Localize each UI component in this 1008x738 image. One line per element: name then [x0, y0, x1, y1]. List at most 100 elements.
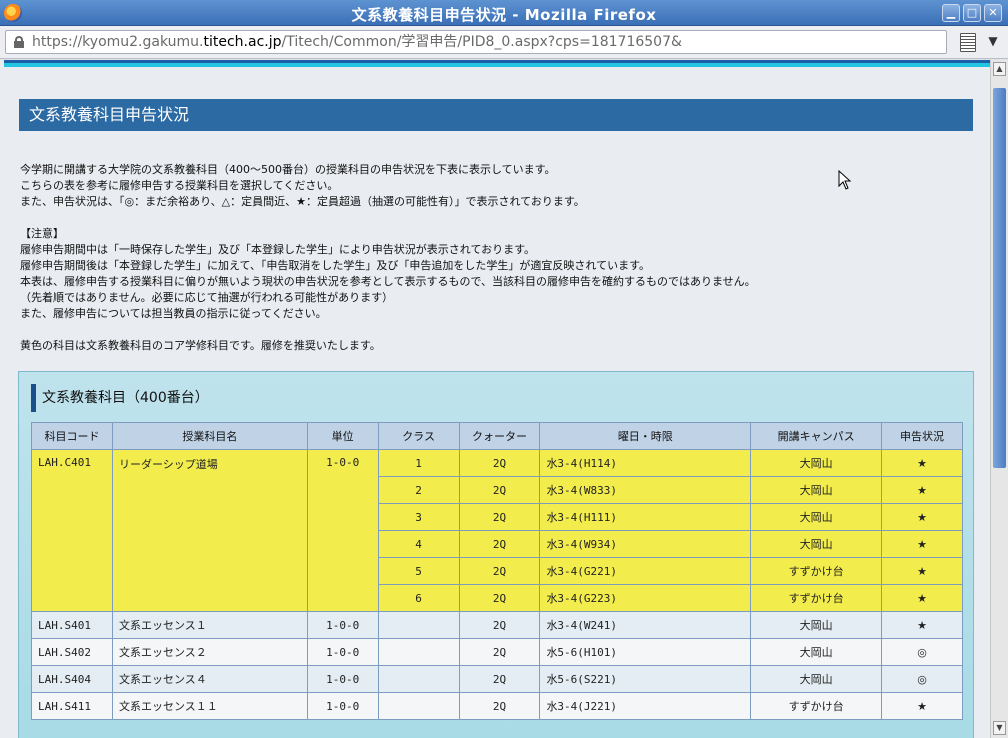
course-quarter: 2Q [458, 692, 541, 720]
course-period: 水3-4(H114) [539, 449, 752, 477]
page-viewport: 文系教養科目申告状況 今学期に開講する大学院の文系教養科目（400～500番台）… [0, 60, 990, 738]
course-credits: 1-0-0 [306, 449, 379, 612]
table-row[interactable]: LAH.S411 文系エッセンス１１ 1-0-0 2Q 水3-4(J221) すずかけ台 ★ [31, 692, 963, 720]
intro-text: 今学期に開講する大学院の文系教養科目（400～500番台）の授業科目の申告状況を… [20, 162, 970, 354]
intro-line: 黄色の科目は文系教養科目のコア学修科目です。履修を推奨いたします。 [20, 339, 381, 352]
intro-line: 本表は、履修申告する授業科目に偏りが無いよう現状の申告状況を参考として表示するも… [20, 275, 756, 288]
course-class: 5 [377, 557, 460, 585]
course-status: ★ [881, 449, 963, 477]
course-campus: 大岡山 [750, 665, 883, 693]
course-credits: 1-0-0 [306, 692, 379, 720]
url-path: /Titech/Common/学習申告/PID8_0.aspx?cps=1817… [281, 34, 682, 50]
course-class: 2 [377, 476, 460, 504]
course-table: 科目コード 授業科目名 単位 クラス クォーター 曜日・時限 開講キャンパス 申… [31, 422, 963, 720]
intro-line: 履修申告期間後は「本登録した学生」に加えて、「申告取消をした学生」及び「申告追加… [20, 259, 650, 272]
table-row[interactable]: LAH.S402 文系エッセンス２ 1-0-0 2Q 水5-6(H101) 大岡山 ◎ [31, 638, 963, 666]
course-code: LAH.S402 [31, 638, 113, 666]
intro-line: 今学期に開講する大学院の文系教養科目（400～500番台）の授業科目の申告状況を… [20, 163, 556, 176]
maximize-button[interactable]: □ [963, 4, 981, 22]
course-name: 文系エッセンス１ [111, 611, 308, 639]
course-quarter: 2Q [458, 449, 541, 477]
course-campus: 大岡山 [750, 611, 883, 639]
table-row[interactable]: LAH.S401 文系エッセンス１ 1-0-0 2Q 水3-4(W241) 大岡山 ★ [31, 611, 963, 639]
section-title: 文系教養科目（400番台） [31, 384, 209, 412]
scroll-down-button[interactable]: ▼ [993, 721, 1006, 735]
url-prefix: https://kyomu2.gakumu. [32, 34, 204, 50]
course-status: ★ [881, 692, 963, 720]
course-status: ★ [881, 476, 963, 504]
table-header-row: 科目コード 授業科目名 単位 クラス クォーター 曜日・時限 開講キャンパス 申… [31, 422, 963, 450]
course-period: 水3-4(J221) [539, 692, 752, 720]
course-credits: 1-0-0 [306, 665, 379, 693]
intro-line: 【注意】 [20, 227, 64, 240]
course-period: 水5-6(H101) [539, 638, 752, 666]
course-name: 文系エッセンス２ [111, 638, 308, 666]
intro-line: 履修申告期間中は「一時保存した学生」及び「本登録した学生」により申告状況が表示さ… [20, 243, 536, 256]
course-status: ★ [881, 611, 963, 639]
course-name: 文系エッセンス４ [111, 665, 308, 693]
intro-line [20, 322, 970, 338]
course-status: ★ [881, 584, 963, 612]
course-credits: 1-0-0 [306, 611, 379, 639]
minimize-button[interactable]: ▁ [942, 4, 960, 22]
course-period: 水3-4(W241) [539, 611, 752, 639]
course-quarter: 2Q [458, 503, 541, 531]
header-class: クラス [377, 422, 460, 450]
course-campus: 大岡山 [750, 530, 883, 558]
course-quarter: 2Q [458, 638, 541, 666]
course-campus: すずかけ台 [750, 584, 883, 612]
header-name: 授業科目名 [111, 422, 308, 450]
intro-line [20, 210, 970, 226]
course-quarter: 2Q [458, 557, 541, 585]
course-class: 3 [377, 503, 460, 531]
scroll-up-button[interactable]: ▲ [993, 62, 1006, 76]
course-period: 水3-4(G223) [539, 584, 752, 612]
clipboard-icon[interactable] [960, 33, 976, 52]
course-period: 水3-4(G221) [539, 557, 752, 585]
course-campus: 大岡山 [750, 476, 883, 504]
close-button[interactable]: ✕ [984, 4, 1002, 22]
chevron-down-icon[interactable]: ▼ [984, 34, 1002, 50]
header-status: 申告状況 [881, 422, 963, 450]
course-quarter: 2Q [458, 584, 541, 612]
vertical-scrollbar[interactable]: ▲ ▼ [990, 60, 1008, 738]
mouse-cursor-icon [838, 170, 852, 190]
course-class: 1 [377, 449, 460, 477]
course-campus: 大岡山 [750, 449, 883, 477]
intro-line: また、履修申告については担当教員の指示に従ってください。 [20, 307, 327, 320]
course-credits: 1-0-0 [306, 638, 379, 666]
course-campus: すずかけ台 [750, 557, 883, 585]
course-status: ★ [881, 503, 963, 531]
url-bar[interactable]: https://kyomu2.gakumu.titech.ac.jp/Titec… [5, 30, 947, 54]
course-campus: 大岡山 [750, 638, 883, 666]
course-class [377, 692, 460, 720]
top-stripe [4, 60, 990, 67]
lock-icon [14, 36, 24, 48]
course-name: リーダーシップ道場 [111, 449, 308, 612]
course-class [377, 665, 460, 693]
intro-line: こちらの表を参考に履修申告する授業科目を選択してください。 [20, 179, 339, 192]
header-code: 科目コード [31, 422, 113, 450]
course-period: 水3-4(H111) [539, 503, 752, 531]
navigation-bar: https://kyomu2.gakumu.titech.ac.jp/Titec… [0, 26, 1008, 59]
course-code: LAH.S401 [31, 611, 113, 639]
course-name: 文系エッセンス１１ [111, 692, 308, 720]
course-period: 水3-4(W833) [539, 476, 752, 504]
header-quarter: クォーター [458, 422, 541, 450]
table-row[interactable]: LAH.C401 リーダーシップ道場 1-0-0 1 2Q 水3-4(H114) 大岡山 ★ [31, 449, 963, 612]
course-campus: 大岡山 [750, 503, 883, 531]
course-class [377, 611, 460, 639]
window-title: 文系教養科目申告状況 - Mozilla Firefox [351, 6, 657, 24]
intro-line: （先着順ではありません。必要に応じて抽選が行われる可能性があります） [20, 291, 394, 304]
window-titlebar[interactable]: 文系教養科目申告状況 - Mozilla Firefox ▁ □ ✕ [0, 0, 1008, 26]
url-host: titech.ac.jp [203, 34, 282, 50]
course-class [377, 638, 460, 666]
course-quarter: 2Q [458, 476, 541, 504]
intro-line: また、申告状況は、「◎：まだ余裕あり、△：定員間近、★：定員超過（抽選の可能性有… [20, 195, 585, 208]
course-quarter: 2Q [458, 530, 541, 558]
course-code: LAH.S411 [31, 692, 113, 720]
table-row[interactable]: LAH.S404 文系エッセンス４ 1-0-0 2Q 水5-6(S221) 大岡山 ◎ [31, 665, 963, 693]
header-campus: 開講キャンパス [750, 422, 883, 450]
course-class: 6 [377, 584, 460, 612]
scroll-thumb[interactable] [993, 88, 1006, 468]
